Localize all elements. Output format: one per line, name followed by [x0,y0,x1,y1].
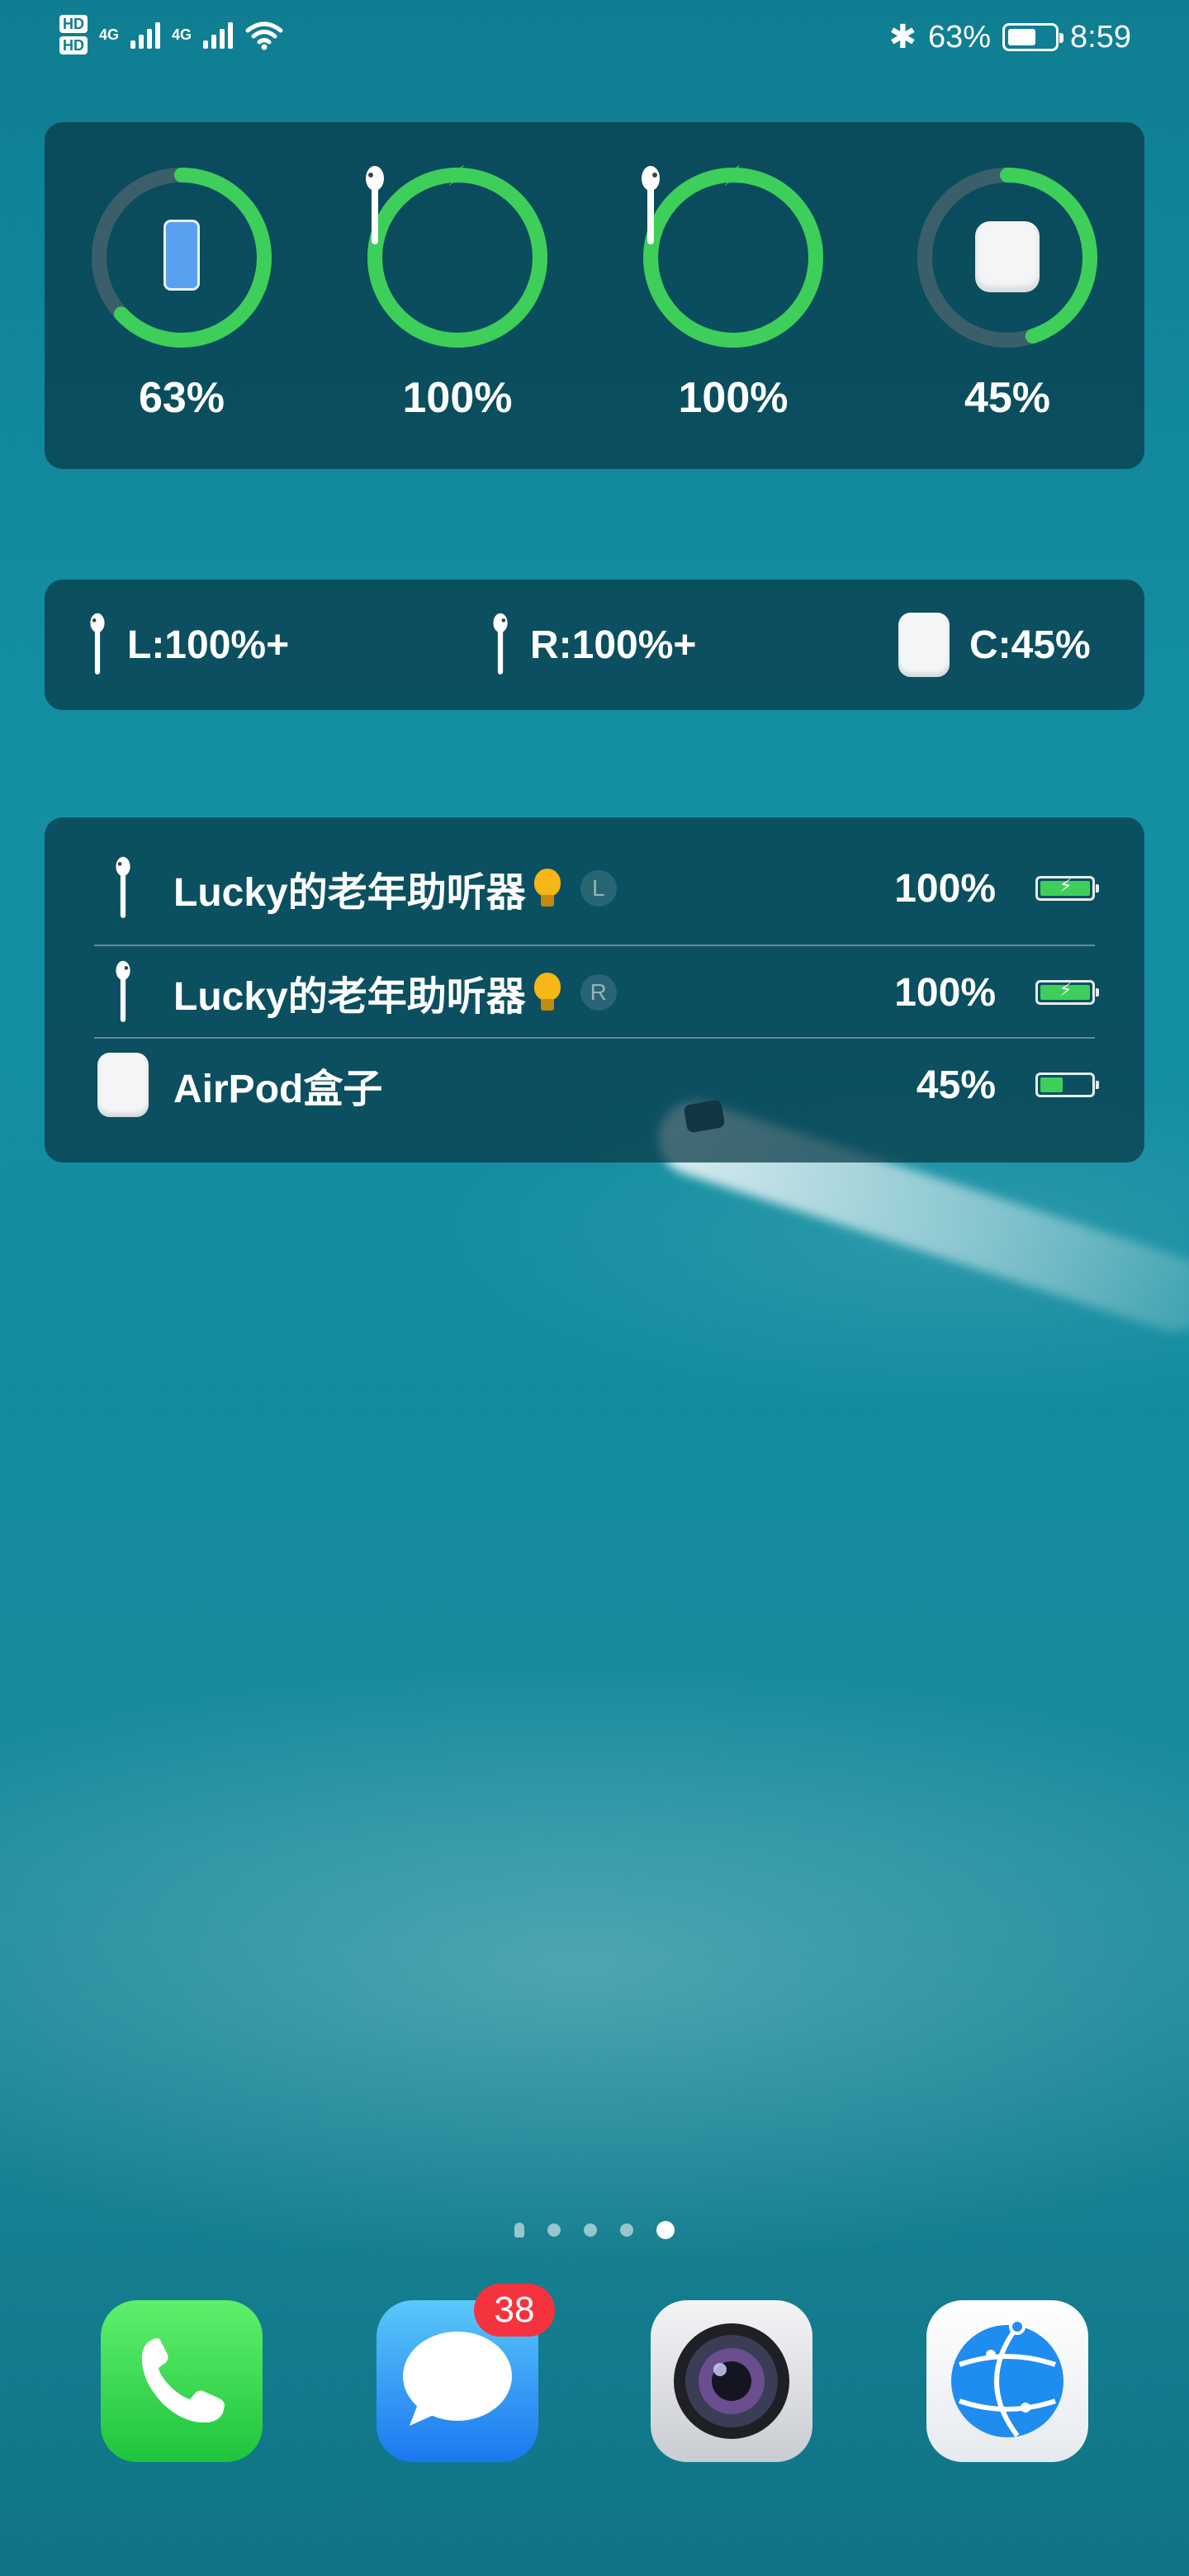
battery-fill [1040,1077,1063,1092]
globe-icon [951,2318,1063,2437]
dock: 38 [0,2284,1189,2462]
lightbulb-icon [533,973,562,1012]
side-tag: R [580,974,617,1011]
right-airpod-battery-ring: ⚡ 100% [641,161,826,422]
hd-indicator: HD HD [59,15,88,54]
browser-app-icon[interactable] [926,2300,1088,2462]
ring-percent: 100% [402,374,513,422]
side-tag: L [580,870,617,907]
ring-percent: 63% [138,374,225,422]
device-name: Lucky的老年助听器 R [173,964,617,1021]
airpod-left-icon [90,613,105,675]
hd-badge-1: HD [59,15,88,33]
lightbulb-icon [533,869,562,908]
device-percent: 100% [894,970,996,1015]
signal-bars-icon-2 [203,21,234,49]
battery-text-widget[interactable]: L:100%+ R:100%+ C:45% [45,580,1144,710]
device-percent: 45% [916,1063,996,1107]
camera-lens-icon [674,2323,789,2439]
page-dot[interactable] [620,2223,633,2237]
device-name: Lucky的老年助听器 L [173,859,617,917]
airpod-right-icon [642,166,660,244]
phone-handset-icon [141,2338,225,2423]
page-dot[interactable] [584,2223,597,2237]
phone-icon [163,220,200,291]
airpods-case-icon [94,1053,152,1117]
airpod-left-icon [94,856,152,921]
status-bar-right: ✱ 63% 8:59 [888,18,1131,56]
device-name-text: Lucky的老年助听器 [173,975,526,1019]
battery-icon: ⚡ [1035,875,1099,901]
charging-bolt-icon: ⚡ [447,161,467,192]
ring-progress [367,168,547,348]
battery-list-widget[interactable]: Lucky的老年助听器 L 100% ⚡ Lucky的老年助听器 R 100% … [45,817,1144,1163]
device-percent: 100% [894,866,996,911]
airpod-right-icon [493,613,508,675]
bluetooth-icon: ✱ [888,19,917,55]
ring-percent: 45% [964,374,1051,422]
battery-icon [1035,1073,1099,1097]
right-airpod-label: R:100%+ [530,623,697,667]
charging-bolt-icon: ⚡ [722,161,742,192]
case-status: C:45% [898,613,1091,677]
left-airpod-status: L:100%+ [88,613,289,677]
hd-badge-2: HD [59,36,88,54]
airpods-case-icon [898,613,950,677]
device-name-text: AirPod盒子 [173,1068,383,1111]
left-airpod-label: L:100%+ [127,623,290,667]
phone-app-icon[interactable] [101,2300,263,2462]
list-item: Lucky的老年助听器 R 100% ⚡ [94,946,1099,1039]
charging-bolt-icon: ⚡ [1059,979,1073,1000]
device-name-text: Lucky的老年助听器 [173,871,526,915]
battery-ring-widget[interactable]: 63% ⚡ 100% ⚡ 100% 45% [45,122,1144,469]
page-indicator[interactable] [0,2221,1189,2239]
signal-bars-icon [130,21,161,49]
case-battery-ring: 45% [915,165,1100,422]
list-item: AirPod盒子 45% [94,1039,1099,1131]
ring-percent: 100% [678,374,789,422]
case-label: C:45% [969,623,1091,667]
battery-percent: 63% [927,19,992,54]
list-item: Lucky的老年助听器 L 100% ⚡ [94,842,1099,935]
airpods-case-icon [975,221,1040,292]
network-type-1: 4G [99,26,120,43]
battery-icon [1002,23,1064,51]
status-bar-left: HD HD 4G 4G [59,15,284,54]
phone-battery-ring: 63% [89,165,274,422]
airpod-left-icon [366,166,384,244]
page-dot-active[interactable] [656,2221,675,2239]
page-dot-lightbulb-icon[interactable] [514,2223,524,2237]
device-name: AirPod盒子 [173,1056,382,1114]
page-dot[interactable] [547,2223,561,2237]
charging-bolt-icon: ⚡ [1059,875,1073,896]
battery-icon: ⚡ [1035,979,1099,1005]
right-airpod-status: R:100%+ [490,613,696,677]
status-bar: HD HD 4G 4G ✱ 63% 8:59 [0,0,1189,83]
wifi-icon [245,21,283,50]
left-airpod-battery-ring: ⚡ 100% [365,161,550,422]
camera-app-icon[interactable] [651,2300,812,2462]
notification-badge: 38 [474,2284,555,2337]
airpod-right-icon [94,960,152,1025]
network-type-2: 4G [172,26,192,43]
clock: 8:59 [1070,19,1131,54]
ring-progress [643,168,823,348]
